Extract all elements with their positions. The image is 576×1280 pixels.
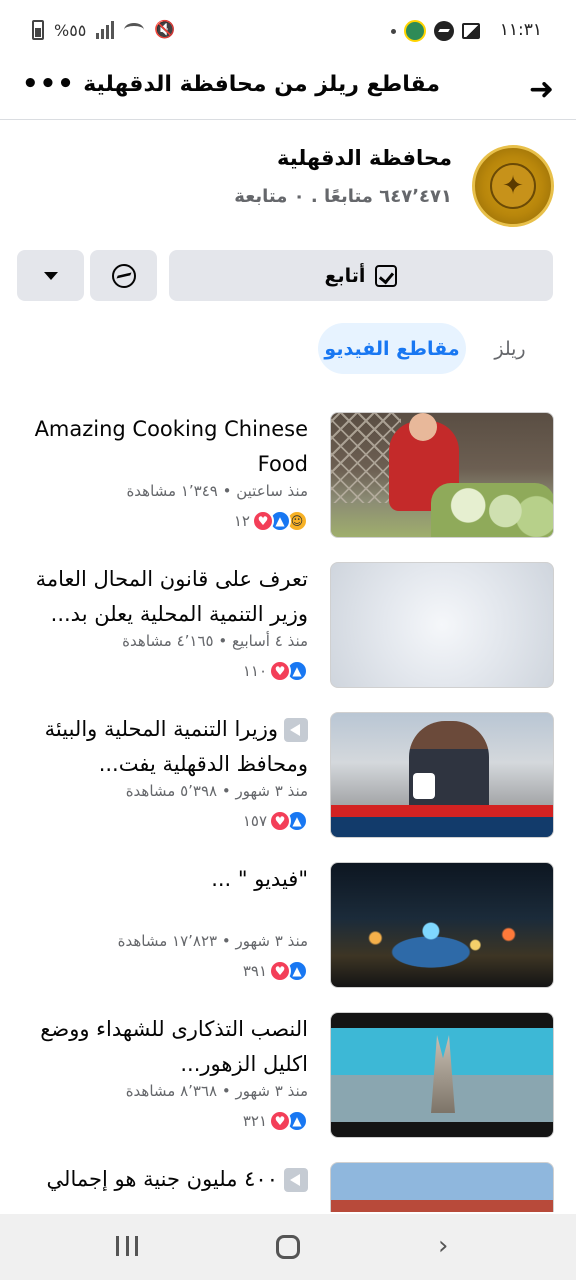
more-actions-button[interactable] [17, 250, 84, 301]
battery-percent: %٥٥ [54, 20, 87, 40]
page-name[interactable]: محافظة الدقهلية [277, 146, 452, 170]
reaction-count: ١٢ [233, 512, 250, 530]
video-title[interactable]: تعرف على قانون المحال العامة وزير التنمي… [18, 562, 308, 632]
video-title-text: ٤٠٠ مليون جنية هو إجمالي [46, 1167, 278, 1191]
video-reactions[interactable]: ▲ ♥ ١١٠ [243, 660, 308, 682]
tab-videos[interactable]: مقاطع الفيديو [318, 323, 466, 374]
page-title: مقاطع ريلز من محافظة الدقهلية [83, 72, 440, 97]
signal-icon [96, 21, 115, 39]
video-reactions[interactable]: ☺ ▲ ♥ ١٢ [234, 510, 308, 532]
more-options-icon[interactable]: ••• [22, 64, 75, 104]
following-check-icon [375, 264, 398, 287]
video-thumbnail[interactable] [330, 712, 554, 838]
video-meta: منذ ساعتين • ١٬٣٤٩ مشاهدة [126, 482, 308, 500]
content-tabs: مقاطع الفيديو ريلز [0, 323, 576, 375]
messenger-notification-icon [434, 21, 454, 41]
eagle-emblem-icon: ✦ [490, 163, 536, 209]
video-item[interactable]: تعرف على قانون المحال العامة وزير التنمي… [0, 562, 576, 712]
reaction-count: ١٥٧ [242, 812, 267, 830]
video-meta: منذ ٣ شهور • ١٧٬٨٢٣ مشاهدة [117, 932, 308, 950]
video-item[interactable]: النصب التذكارى للشهداء ووضع اكليل الزهور… [0, 1012, 576, 1162]
video-thumbnail[interactable] [330, 1012, 554, 1138]
follow-button[interactable]: أتابع [169, 250, 553, 301]
reaction-count: ٣٢١ [242, 1112, 267, 1130]
back-chevron-icon[interactable]: › [438, 1232, 448, 1260]
messenger-button[interactable] [90, 250, 157, 301]
status-time: ١١:٣١ [499, 20, 542, 40]
page-profile: ✦ محافظة الدقهلية ٦٤٧٬٤٧١ متابعًا . ٠ مت… [0, 140, 576, 240]
gallery-notification-icon [462, 23, 480, 39]
messenger-icon [111, 263, 136, 288]
play-back-icon [284, 718, 308, 742]
love-reaction-icon: ♥ [269, 960, 291, 982]
love-reaction-icon: ♥ [269, 810, 291, 832]
recents-icon[interactable] [116, 1236, 138, 1256]
page-avatar[interactable]: ✦ [472, 145, 554, 227]
tab-reels[interactable]: ريلز [480, 323, 540, 374]
video-title-text: وزيرا التنمية المحلية والبيئة ومحافظ الد… [44, 717, 308, 776]
video-meta: منذ ٣ شهور • ٥٬٣٩٨ مشاهدة [125, 782, 308, 800]
video-item[interactable]: "فيديو " ... منذ ٣ شهور • ١٧٬٨٢٣ مشاهدة … [0, 862, 576, 1012]
mute-icon: 🔇 [154, 20, 176, 40]
reaction-count: ٣٩١ [242, 962, 267, 980]
action-buttons: أتابع [17, 250, 553, 302]
video-title[interactable]: "فيديو " ... [18, 862, 308, 897]
system-nav-bar: › [0, 1214, 576, 1280]
home-icon[interactable] [276, 1235, 300, 1259]
video-meta: منذ ٤ أسابيع • ٤٬١٦٥ مشاهدة [122, 632, 308, 650]
notification-dot-icon [391, 28, 396, 34]
video-item[interactable]: ٤٠٠ مليون جنية هو إجمالي [0, 1162, 576, 1212]
battery-icon [32, 20, 44, 40]
video-thumbnail[interactable] [330, 1162, 554, 1212]
follow-label: أتابع [324, 264, 366, 287]
play-back-icon [284, 1168, 308, 1192]
love-reaction-icon: ♥ [269, 660, 291, 682]
follower-stats: ٦٤٧٬٤٧١ متابعًا . ٠ متابعة [234, 186, 452, 207]
video-item[interactable]: Amazing Cooking Chinese Food منذ ساعتين … [0, 412, 576, 562]
love-reaction-icon: ♥ [269, 1110, 291, 1132]
video-meta: منذ ٣ شهور • ٨٬٣٦٨ مشاهدة [125, 1082, 308, 1100]
video-title[interactable]: النصب التذكارى للشهداء ووضع اكليل الزهور… [18, 1012, 308, 1082]
video-reactions[interactable]: ▲ ♥ ٣٩١ [243, 960, 308, 982]
wifi-icon [124, 23, 145, 37]
top-app-bar: ➜ مقاطع ريلز من محافظة الدقهلية ••• [0, 62, 576, 120]
reaction-count: ١١٠ [242, 662, 267, 680]
video-thumbnail[interactable] [330, 862, 554, 988]
status-left-icons: %٥٥ 🔇 [32, 20, 176, 40]
video-reactions[interactable]: ▲ ♥ ١٥٧ [243, 810, 308, 832]
video-reactions[interactable]: ▲ ♥ ٣٢١ [243, 1110, 308, 1132]
video-thumbnail[interactable] [330, 562, 554, 688]
love-reaction-icon: ♥ [252, 510, 274, 532]
video-list: Amazing Cooking Chinese Food منذ ساعتين … [0, 412, 576, 1212]
status-bar: %٥٥ 🔇 ١١:٣١ [0, 0, 576, 62]
back-arrow-icon[interactable]: ➜ [529, 70, 554, 110]
video-title[interactable]: ٤٠٠ مليون جنية هو إجمالي [18, 1162, 308, 1197]
video-thumbnail[interactable] [330, 412, 554, 538]
video-item[interactable]: وزيرا التنمية المحلية والبيئة ومحافظ الد… [0, 712, 576, 862]
status-right-icons [391, 20, 480, 42]
caret-down-icon [43, 271, 58, 280]
video-title[interactable]: Amazing Cooking Chinese Food [18, 412, 308, 482]
video-title[interactable]: وزيرا التنمية المحلية والبيئة ومحافظ الد… [18, 712, 308, 782]
app-notification-icon [404, 20, 426, 42]
